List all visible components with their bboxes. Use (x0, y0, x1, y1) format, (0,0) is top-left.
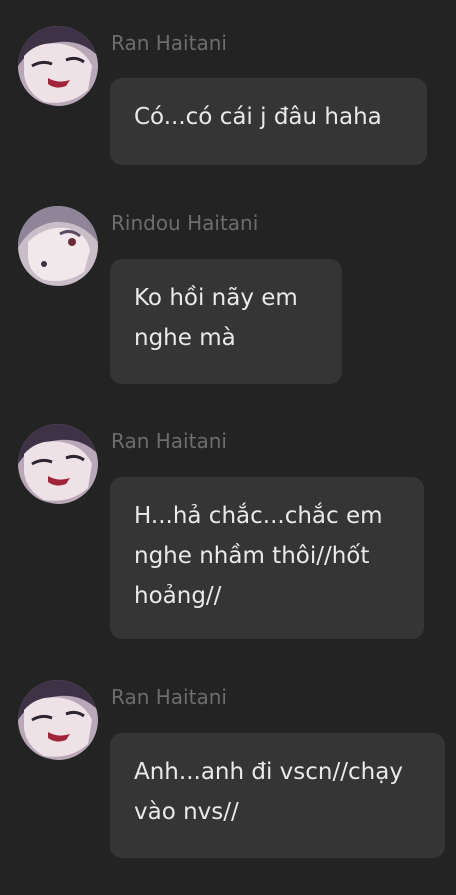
chat-thread: Ran Haitani Có...có cái j đâu haha Rindo… (0, 0, 456, 895)
avatar-image (18, 26, 98, 106)
avatar-image (18, 206, 98, 286)
avatar-ran-haitani[interactable] (18, 26, 98, 106)
message-bubble[interactable]: Ko hồi nãy em nghe mà (110, 259, 342, 384)
avatar-image (18, 680, 98, 760)
sender-name: Ran Haitani (111, 685, 227, 709)
avatar-ran-haitani[interactable] (18, 424, 98, 504)
message-bubble[interactable]: Có...có cái j đâu haha (110, 78, 427, 165)
sender-name: Rindou Haitani (111, 211, 259, 235)
avatar-image (18, 424, 98, 504)
message-bubble[interactable]: H...hả chắc...chắc em nghe nhầm thôi//hố… (110, 477, 424, 639)
sender-name: Ran Haitani (111, 31, 227, 55)
avatar-rindou-haitani[interactable] (18, 206, 98, 286)
message-bubble[interactable]: Anh...anh đi vscn//chạy vào nvs// (110, 733, 445, 858)
avatar-ran-haitani[interactable] (18, 680, 98, 760)
sender-name: Ran Haitani (111, 429, 227, 453)
